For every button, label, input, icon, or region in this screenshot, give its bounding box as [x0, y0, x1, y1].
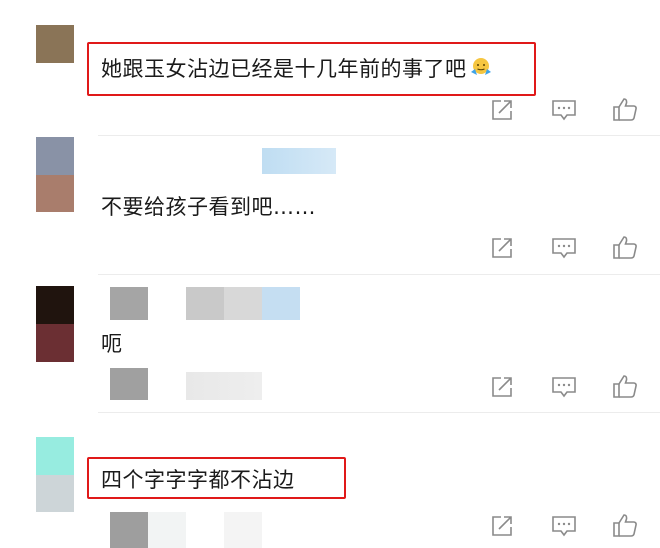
blurred-reply-user [148, 512, 186, 548]
divider [98, 274, 660, 275]
comment-text: 她跟玉女沾边已经是十几年前的事了吧 [101, 55, 493, 86]
like-icon[interactable] [612, 96, 638, 122]
comment-text: 呃 [101, 332, 123, 356]
share-icon[interactable] [489, 97, 515, 123]
blurred-username [186, 287, 224, 320]
avatar[interactable] [36, 137, 74, 175]
avatar[interactable] [36, 25, 74, 63]
blurred-username [262, 287, 300, 320]
avatar-lower [36, 475, 74, 512]
divider [98, 412, 660, 413]
blurred-username [110, 287, 148, 320]
avatar[interactable] [36, 286, 74, 324]
comment-text: 不要给孩子看到吧…… [101, 195, 316, 219]
reply-icon[interactable] [551, 235, 577, 261]
blurred-reply-user [224, 512, 262, 548]
share-icon[interactable] [489, 374, 515, 400]
blurred-username [262, 148, 336, 174]
shrug-emoji-icon [469, 55, 493, 86]
like-icon[interactable] [612, 373, 638, 399]
blurred-reply-user [186, 372, 262, 400]
avatar-lower [36, 324, 74, 362]
like-icon[interactable] [612, 512, 638, 538]
blurred-username [224, 287, 262, 320]
reply-icon[interactable] [551, 374, 577, 400]
reply-icon[interactable] [551, 97, 577, 123]
divider [98, 135, 660, 136]
like-icon[interactable] [612, 234, 638, 260]
blurred-reply-user [110, 368, 148, 400]
share-icon[interactable] [489, 513, 515, 539]
reply-icon[interactable] [551, 513, 577, 539]
avatar[interactable] [36, 437, 74, 475]
comment-text-content: 她跟玉女沾边已经是十几年前的事了吧 [101, 57, 467, 81]
comment-text: 四个字字字都不沾边 [101, 468, 295, 492]
avatar-lower [36, 175, 74, 212]
blurred-reply-user [110, 512, 148, 548]
share-icon[interactable] [489, 235, 515, 261]
